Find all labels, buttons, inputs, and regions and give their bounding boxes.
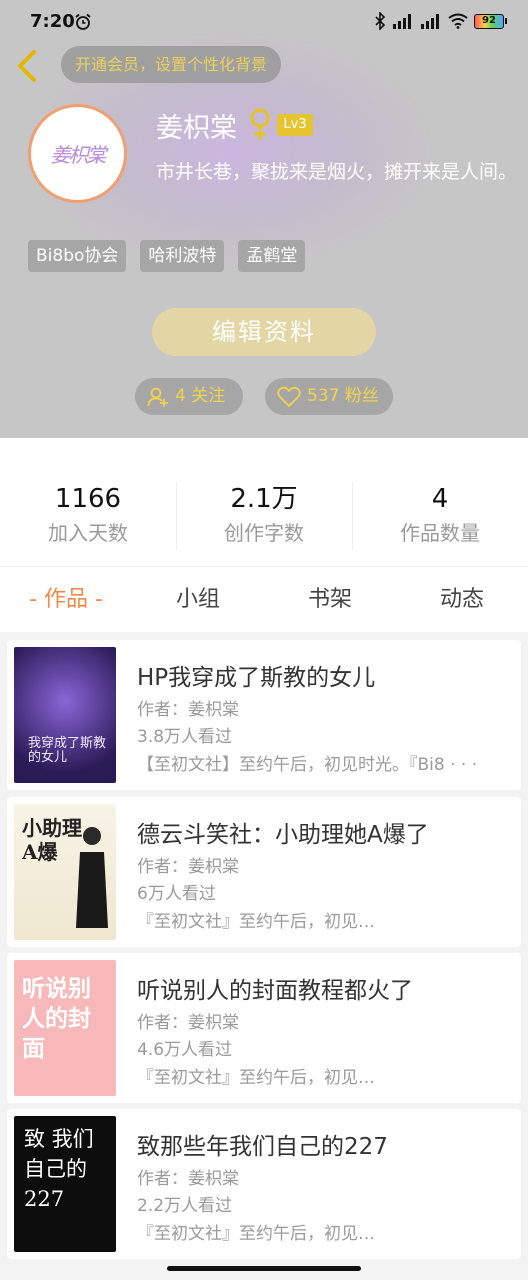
book-description: 『至初文社』至约午后，初见…: [137, 1068, 375, 1088]
book-cover[interactable]: 致 我们 自己的 227: [14, 1116, 116, 1252]
book-description: 【至初文社】至约午后，初见时光。『Bi8 · · ·: [137, 755, 478, 775]
book-cover[interactable]: 小助理 A爆: [14, 804, 116, 940]
bluetooth-icon: [375, 12, 386, 30]
heart-icon: [277, 386, 301, 407]
book-title: HP我穿成了斯教的女儿: [137, 665, 376, 691]
home-indicator[interactable]: [167, 1266, 361, 1271]
book-title: 听说别人的封面教程都火了: [137, 978, 413, 1004]
book-description: 『至初文社』至约午后，初见…: [137, 1224, 375, 1244]
back-arrow-icon[interactable]: [12, 46, 44, 86]
signal-icon: [393, 14, 411, 29]
book-title: 致那些年我们自己的227: [137, 1134, 388, 1160]
stat-word-count: 2.1万 创作字数: [176, 438, 352, 566]
tab-bookshelf[interactable]: 书架: [264, 567, 396, 632]
tab-activity[interactable]: 动态: [396, 567, 528, 632]
book-author: 作者：姜枳棠: [137, 857, 239, 877]
avatar[interactable]: 姜枳棠: [28, 104, 127, 203]
profile-header: 7:20 92 开通会员，设置个性化背景 姜枳棠 姜枳棠 Lv3 市井长巷，聚拢…: [0, 0, 528, 438]
stat-label: 创作字数: [224, 521, 304, 545]
stat-works-count: 4 作品数量: [352, 438, 528, 566]
tag-item[interactable]: 哈利波特: [140, 240, 225, 272]
username: 姜枳棠: [156, 113, 237, 144]
book-card[interactable]: 我穿成了斯教的女儿 HP我穿成了斯教的女儿 作者：姜枳棠 3.8万人看过 【至初…: [7, 640, 521, 790]
stat-value: 2.1万: [230, 484, 298, 514]
fans-button[interactable]: 537 粉丝: [265, 378, 393, 415]
book-cover[interactable]: 我穿成了斯教的女儿: [14, 647, 116, 783]
level-badge: Lv3: [277, 114, 313, 136]
stat-join-days: 1166 加入天数: [0, 438, 176, 566]
avatar-text: 姜枳棠: [50, 143, 107, 167]
stat-value: 1166: [54, 484, 122, 514]
profile-bio: 市井长巷，聚拢来是烟火，摊开来是人间。: [156, 161, 518, 183]
follow-button[interactable]: 4 关注: [135, 378, 243, 415]
battery-icon: 92: [474, 13, 507, 29]
book-views: 6万人看过: [137, 884, 216, 904]
cover-title: 我穿成了斯教的女儿: [28, 736, 107, 765]
fans-label: 537 粉丝: [307, 386, 379, 406]
profile-tabs: - 作品 - 小组 书架 动态: [0, 566, 528, 632]
status-bar: 7:20 92: [0, 0, 528, 42]
book-views: 4.6万人看过: [137, 1040, 233, 1060]
book-author: 作者：姜枳棠: [137, 1169, 239, 1189]
edit-profile-button[interactable]: 编辑资料: [152, 308, 376, 356]
book-card[interactable]: 听说别人的封面 听说别人的封面教程都火了 作者：姜枳棠 4.6万人看过 『至初文…: [7, 953, 521, 1103]
book-title: 德云斗笑社：小助理她A爆了: [137, 822, 429, 848]
wifi-icon: [448, 13, 468, 29]
book-description: 『至初文社』至约午后，初见…: [137, 912, 375, 932]
tag-item[interactable]: Bi8bo协会: [28, 240, 127, 272]
book-views: 3.8万人看过: [137, 727, 233, 747]
tag-item[interactable]: 孟鹤堂: [238, 240, 306, 272]
book-card[interactable]: 致 我们 自己的 227 致那些年我们自己的227 作者：姜枳棠 2.2万人看过…: [7, 1109, 521, 1259]
stat-value: 4: [431, 484, 449, 514]
status-icons: 92: [374, 12, 507, 30]
follow-label: 4 关注: [175, 386, 226, 406]
stat-label: 加入天数: [48, 521, 128, 545]
stat-label: 作品数量: [400, 521, 480, 545]
cover-title: 致 我们 自己的 227: [24, 1127, 94, 1211]
signal-icon-2: [421, 14, 439, 29]
book-author: 作者：姜枳棠: [137, 1013, 239, 1033]
user-add-icon: [147, 387, 168, 407]
stats-bar: 1166 加入天数 2.1万 创作字数 4 作品数量: [0, 438, 528, 566]
book-views: 2.2万人看过: [137, 1196, 233, 1216]
female-gender-icon: [250, 108, 270, 140]
book-card[interactable]: 小助理 A爆 德云斗笑社：小助理她A爆了 作者：姜枳棠 6万人看过 『至初文社』…: [7, 797, 521, 947]
book-author: 作者：姜枳棠: [137, 700, 239, 720]
book-cover[interactable]: 听说别人的封面: [14, 960, 116, 1096]
vip-banner-button[interactable]: 开通会员，设置个性化背景: [61, 46, 282, 83]
cover-figure: [76, 827, 108, 928]
tab-groups[interactable]: 小组: [132, 567, 264, 632]
tag-list: Bi8bo协会 哈利波特 孟鹤堂: [28, 240, 306, 272]
status-time: 7:20: [30, 11, 75, 32]
tab-works[interactable]: - 作品 -: [0, 567, 132, 632]
alarm-icon: [75, 13, 91, 30]
cover-title: 听说别人的封面: [22, 975, 91, 1062]
